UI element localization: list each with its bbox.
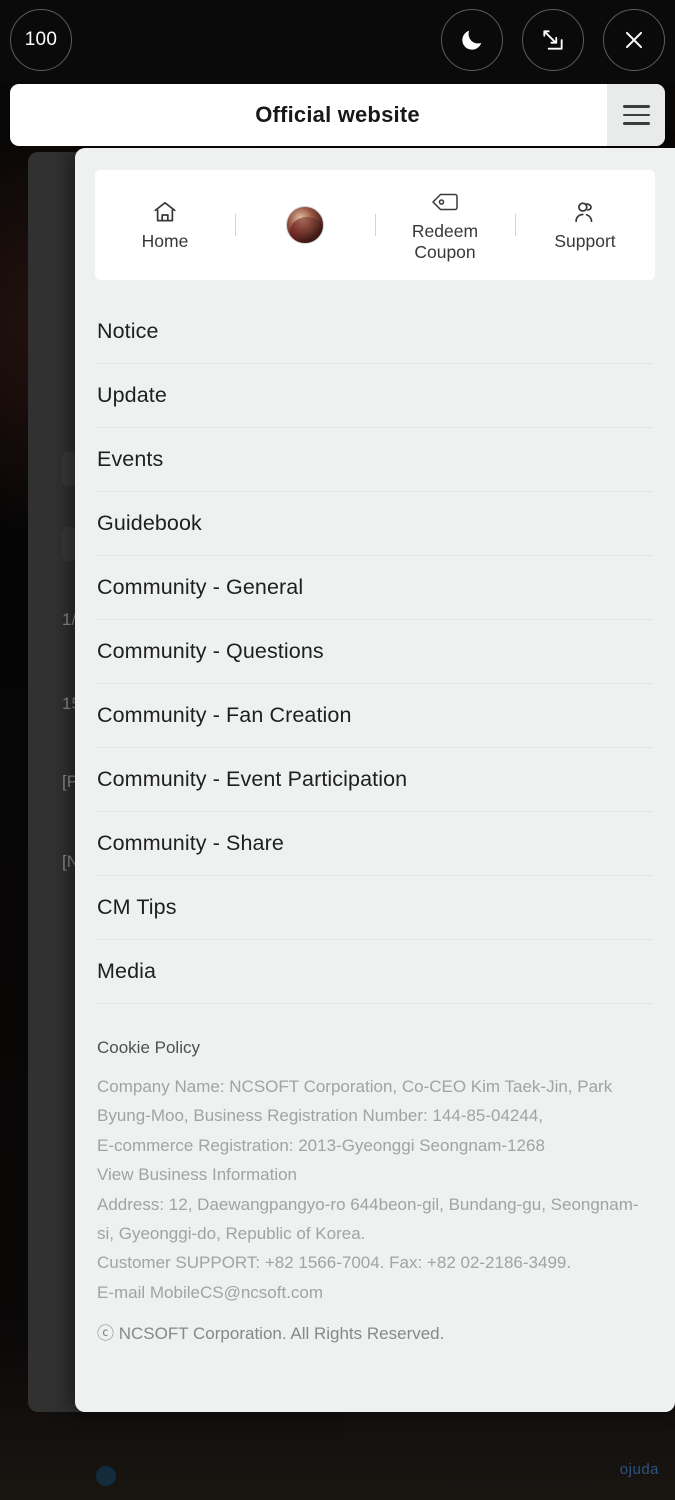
menu-item-media[interactable]: Media xyxy=(97,940,653,1004)
fps-badge[interactable]: 100 xyxy=(10,9,72,71)
footer-email: E-mail MobileCS@ncsoft.com xyxy=(97,1282,324,1302)
background-watermark: ojuda xyxy=(619,1461,659,1478)
quicknav-profile[interactable] xyxy=(235,170,375,280)
shrink-window-icon[interactable] xyxy=(522,9,584,71)
menu-item-guidebook[interactable]: Guidebook xyxy=(97,492,653,556)
quicknav-redeem-coupon-label: Redeem Coupon xyxy=(411,221,479,262)
drawer-footer: Cookie Policy Company Name: NCSOFT Corpo… xyxy=(97,1038,653,1374)
menu-item-update[interactable]: Update xyxy=(97,364,653,428)
coupon-tag-icon xyxy=(431,188,459,216)
footer-address: Address: 12, Daewangpangyo-ro 644beon-gi… xyxy=(97,1194,639,1244)
browser-titlebar: Official website xyxy=(10,84,665,146)
window-controls xyxy=(441,9,665,71)
footer-copyright: ⓒ NCSOFT Corporation. All Rights Reserve… xyxy=(97,1324,445,1344)
view-business-information-link[interactable]: View Business Information xyxy=(97,1160,653,1189)
cookie-policy-link[interactable]: Cookie Policy xyxy=(97,1038,653,1058)
quicknav-home[interactable]: Home xyxy=(95,170,235,280)
page-title: Official website xyxy=(255,102,420,127)
footer-company-info: Company Name: NCSOFT Corporation, Co-CEO… xyxy=(97,1077,613,1126)
app-window: ojuda CM [P Ne Yo 1/15 15 Ja [Pre [Not xyxy=(0,0,675,1500)
quicknav-support[interactable]: Support xyxy=(515,170,655,280)
menu-item-community-event-participation[interactable]: Community - Event Participation xyxy=(97,748,653,812)
avatar xyxy=(286,206,324,244)
menu-item-community-fan-creation[interactable]: Community - Fan Creation xyxy=(97,684,653,748)
menu-item-community-general[interactable]: Community - General xyxy=(97,556,653,620)
home-icon xyxy=(152,198,178,226)
quicknav-support-label: Support xyxy=(554,231,616,252)
menu-item-cm-tips[interactable]: CM Tips xyxy=(97,876,653,940)
background-dot xyxy=(96,1466,116,1486)
navigation-drawer: Home Redeem Coupon Support Notice Update… xyxy=(75,148,675,1412)
menu-item-community-share[interactable]: Community - Share xyxy=(97,812,653,876)
quicknav-home-label: Home xyxy=(141,231,189,252)
menu-item-notice[interactable]: Notice xyxy=(97,300,653,364)
support-agent-icon xyxy=(572,198,598,226)
moon-icon[interactable] xyxy=(441,9,503,71)
menu-item-events[interactable]: Events xyxy=(97,428,653,492)
menu-list: Notice Update Events Guidebook Community… xyxy=(97,300,653,1004)
footer-customer-support: Customer SUPPORT: +82 1566-7004. Fax: +8… xyxy=(97,1253,572,1273)
close-icon[interactable] xyxy=(603,9,665,71)
quicknav-redeem-coupon[interactable]: Redeem Coupon xyxy=(375,170,515,280)
window-chrome: 100 xyxy=(0,0,675,82)
footer-ecommerce-registration: E-commerce Registration: 2013-Gyeonggi S… xyxy=(97,1135,545,1155)
quick-nav-bar: Home Redeem Coupon Support xyxy=(95,170,655,280)
hamburger-icon[interactable] xyxy=(607,84,665,146)
menu-item-community-questions[interactable]: Community - Questions xyxy=(97,620,653,684)
